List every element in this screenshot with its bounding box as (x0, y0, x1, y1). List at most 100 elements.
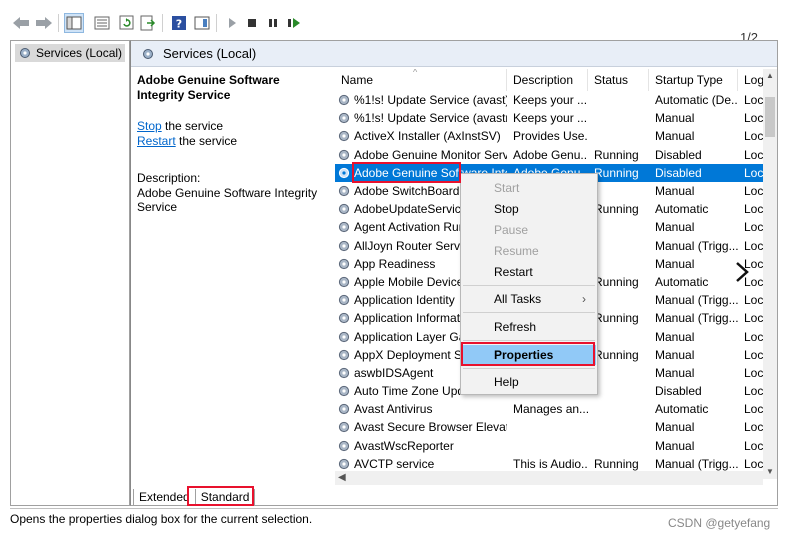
service-gear-icon (338, 458, 350, 469)
cell-startup-type: Manual (655, 129, 695, 144)
cell-startup-type: Manual (Trigg... (655, 238, 738, 253)
menu-item-help[interactable]: Help (462, 372, 596, 392)
service-gear-icon (338, 276, 350, 288)
table-row[interactable]: ActiveX Installer (AxInstSV) Provides Use… (335, 127, 767, 145)
next-arrow-icon[interactable] (733, 260, 751, 284)
submenu-arrow-icon: › (582, 292, 586, 306)
show-action-pane-icon[interactable] (192, 13, 212, 33)
cell-name: AvastWscReporter (335, 439, 507, 453)
context-menu: Start Stop Pause Resume Restart All Task… (460, 173, 598, 395)
tree-item-services-local[interactable]: Services (Local) (15, 44, 126, 62)
cell-description: Adobe Genu... (513, 147, 588, 162)
services-gear-icon (143, 48, 153, 59)
cell-name: %1!s! Update Service (avast) (335, 93, 507, 107)
cell-startup-type: Manual (655, 111, 695, 126)
table-row[interactable]: Avast Secure Browser Elevati... Manual Loc (335, 418, 767, 436)
restart-service-icon[interactable] (284, 13, 304, 33)
table-row[interactable]: Avast Antivirus Manages an... Automatic Loc (335, 400, 767, 418)
service-gear-icon (338, 94, 350, 106)
cell-description: Keeps your ... (513, 111, 588, 126)
menu-item-resume[interactable]: Resume (462, 241, 596, 261)
watermark: CSDN @getyefang (668, 516, 771, 530)
refresh-icon[interactable] (117, 13, 137, 33)
service-name: Auto Time Zone Upda (354, 384, 471, 399)
menu-item-label: All Tasks (494, 292, 542, 306)
menu-item-pause[interactable]: Pause (462, 220, 596, 240)
start-service-icon[interactable] (222, 13, 242, 33)
table-row[interactable]: AvastWscReporter Manual Loc (335, 437, 767, 455)
cell-description: Keeps your ... (513, 93, 588, 108)
service-gear-icon (338, 367, 350, 379)
scroll-down-icon[interactable]: ▼ (766, 467, 774, 476)
table-row[interactable]: %1!s! Update Service (avastm) Keeps your … (335, 109, 767, 127)
cell-startup-type: Manual (655, 329, 695, 344)
selected-service-title: Adobe Genuine Software Integrity Service (137, 73, 280, 102)
column-header-description[interactable]: Description (507, 69, 588, 91)
tab-extended[interactable]: Extended (133, 489, 196, 506)
properties-icon[interactable] (92, 13, 112, 33)
services-gear-icon (20, 48, 30, 58)
column-header-status[interactable]: Status (588, 69, 649, 91)
menu-item-restart[interactable]: Restart (462, 262, 596, 282)
service-name: Application Identity (354, 293, 455, 308)
menu-item-refresh[interactable]: Refresh (462, 317, 596, 337)
vertical-scrollbar[interactable]: ▲ ▼ (763, 69, 777, 479)
cell-name: Adobe Genuine Monitor Serv... (335, 148, 507, 162)
column-header-startup-type[interactable]: Startup Type (649, 69, 738, 91)
cell-name: Avast Secure Browser Elevati... (335, 420, 507, 434)
help-icon[interactable]: ? (169, 13, 189, 33)
column-header-name[interactable]: Name ^ (335, 69, 507, 91)
console-tree: Services (Local) (10, 40, 130, 506)
service-gear-icon (338, 240, 350, 251)
service-name: Adobe SwitchBoard (354, 184, 460, 199)
restart-service-link[interactable]: Restart (137, 134, 176, 148)
menu-item-all-tasks[interactable]: All Tasks › (462, 289, 596, 309)
horizontal-scrollbar[interactable]: ◀ (335, 471, 763, 485)
cell-startup-type: Manual (655, 256, 695, 271)
description-text: Adobe Genuine Software Integrity Service (137, 186, 318, 214)
service-name: aswbIDSAgent (354, 365, 434, 380)
service-gear-icon (338, 185, 350, 197)
scroll-left-icon[interactable]: ◀ (338, 472, 346, 483)
cell-startup-type: Manual (Trigg... (655, 311, 738, 326)
show-hide-console-tree-icon[interactable] (64, 13, 84, 33)
service-gear-icon (338, 404, 350, 415)
table-row[interactable]: %1!s! Update Service (avast) Keeps your .… (335, 91, 767, 109)
scroll-up-icon[interactable]: ▲ (766, 71, 774, 80)
service-name: Avast Secure Browser Elevati... (354, 420, 507, 435)
cell-status: Running (594, 147, 639, 162)
cell-startup-type: Disabled (655, 165, 702, 180)
cell-startup-type: Manual (655, 420, 695, 435)
service-name: Avast Antivirus (354, 402, 433, 417)
cell-startup-type: Manual (655, 220, 695, 235)
cell-startup-type: Manual (655, 438, 695, 453)
service-name: AppX Deployment Se (354, 347, 469, 362)
service-name: Agent Activation Runt (354, 220, 469, 235)
pause-service-icon[interactable] (263, 13, 283, 33)
pane-title: Services (Local) (163, 46, 257, 61)
cell-status: Running (594, 456, 639, 471)
pane-header: Services (Local) (131, 41, 777, 67)
service-gear-icon (338, 113, 350, 124)
export-list-icon[interactable] (138, 13, 158, 33)
stop-service-link[interactable]: Stop (137, 119, 162, 133)
scroll-thumb[interactable] (765, 97, 775, 137)
cell-startup-type: Automatic (655, 202, 709, 217)
stop-service-icon[interactable] (242, 13, 262, 33)
cell-startup-type: Manual (Trigg... (655, 456, 738, 471)
menu-item-properties[interactable]: Properties (462, 345, 596, 365)
menu-item-start[interactable]: Start (462, 178, 596, 198)
cell-description: This is Audio... (513, 456, 588, 471)
table-row[interactable]: Adobe Genuine Monitor Serv... Adobe Genu.… (335, 146, 767, 164)
tab-standard[interactable]: Standard (194, 489, 256, 506)
service-gear-icon (338, 331, 350, 342)
cell-name: Avast Antivirus (335, 402, 507, 416)
cell-startup-type: Disabled (655, 384, 702, 399)
service-name: ActiveX Installer (AxInstSV) (354, 129, 501, 144)
toolbar: ? (0, 0, 804, 40)
forward-icon[interactable] (34, 13, 54, 33)
service-gear-icon (338, 295, 350, 306)
menu-item-stop[interactable]: Stop (462, 199, 596, 219)
back-icon[interactable] (11, 13, 31, 33)
column-headers: Name ^ Description Status Startup Type L… (335, 69, 767, 91)
